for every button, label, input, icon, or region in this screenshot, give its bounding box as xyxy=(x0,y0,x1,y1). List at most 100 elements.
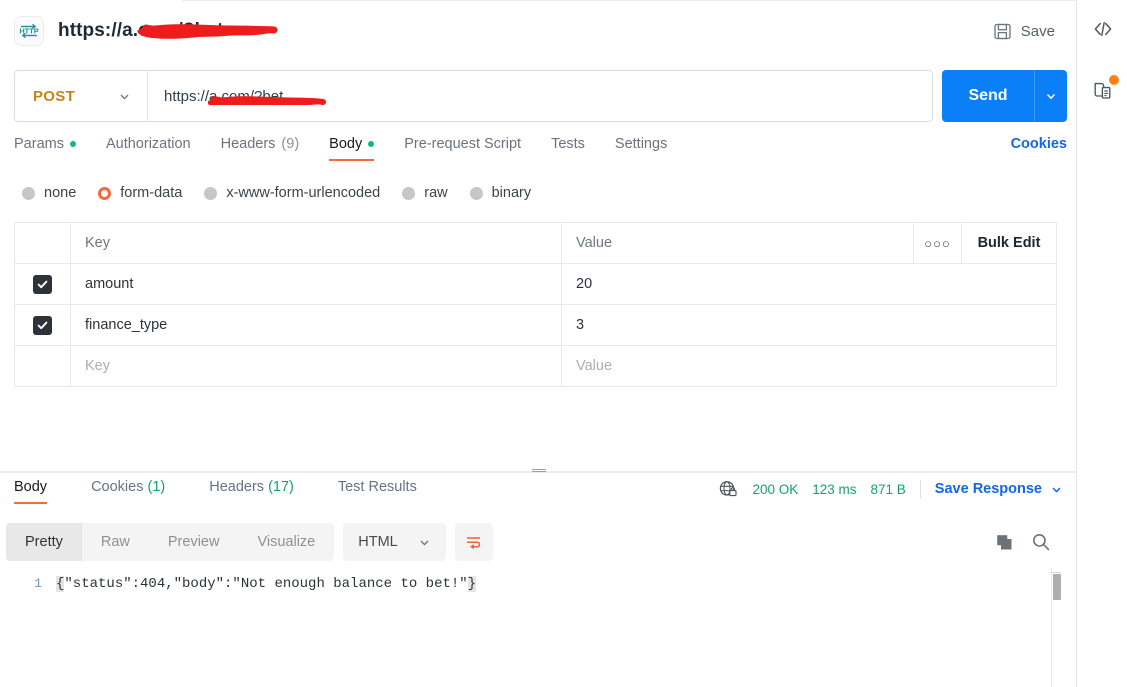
url-bar-row: POST https://a.com/?bet Send xyxy=(14,70,1067,122)
table-row-empty: Key Value xyxy=(15,346,1056,387)
tab-authorization-label: Authorization xyxy=(105,136,191,152)
http-icon: HTTP xyxy=(14,16,44,46)
save-button-label: Save xyxy=(1020,22,1055,40)
body-mode-urlencoded[interactable]: x-www-form-urlencoded xyxy=(204,185,380,201)
row-key[interactable]: amount xyxy=(71,264,562,304)
tab-settings-label: Settings xyxy=(614,136,668,152)
response-tab-test-results-label: Test Results xyxy=(337,479,417,495)
table-options-icon[interactable]: ○○○ xyxy=(914,223,962,263)
search-icon[interactable] xyxy=(1031,532,1051,552)
body-mode-form-data-label: form-data xyxy=(120,185,183,201)
row-checkbox-cell-empty xyxy=(15,346,71,386)
view-mode-visualize[interactable]: Visualize xyxy=(238,523,334,561)
chevron-down-icon xyxy=(420,540,429,546)
form-data-table: Key Value ○○○ Bulk Edit amount 20 financ… xyxy=(14,222,1057,387)
header-checkbox-cell xyxy=(15,223,71,263)
response-tab-body-label: Body xyxy=(14,479,48,495)
scrollbar-thumb[interactable] xyxy=(1053,574,1061,600)
response-tab-test-results[interactable]: Test Results xyxy=(330,479,425,504)
floppy-disk-save-icon xyxy=(994,23,1011,39)
response-time: 123 ms xyxy=(812,481,857,497)
tab-params-dot xyxy=(69,141,76,147)
response-tab-cookies-label: Cookies xyxy=(91,479,144,495)
tab-settings[interactable]: Settings xyxy=(615,136,667,161)
tab-pre-request-script-label: Pre-request Script xyxy=(404,136,522,152)
line-number: 1 xyxy=(34,576,42,591)
pane-splitter-grip[interactable] xyxy=(528,469,550,474)
row-value[interactable]: 20 xyxy=(562,264,1056,304)
new-row-key-input[interactable]: Key xyxy=(71,346,562,386)
radio-binary-icon xyxy=(469,186,483,200)
globe-lock-icon[interactable] xyxy=(718,479,738,499)
tab-body-dot xyxy=(368,141,375,147)
url-input[interactable]: https://a.com/?bet xyxy=(148,88,932,105)
view-mode-raw[interactable]: Raw xyxy=(82,523,149,561)
response-tab-body[interactable]: Body xyxy=(6,479,55,504)
code-line: 1 {"status":404,"body":"Not enough balan… xyxy=(0,568,1051,592)
table-header-row: Key Value ○○○ Bulk Edit xyxy=(15,223,1056,264)
tab-headers[interactable]: Headers (9) xyxy=(221,136,300,161)
body-mode-urlencoded-label: x-www-form-urlencoded xyxy=(226,185,381,201)
table-row: finance_type 3 xyxy=(15,305,1056,346)
radio-none-icon xyxy=(22,186,35,200)
response-status: 200 OK xyxy=(752,481,799,497)
tab-params[interactable]: Params xyxy=(14,136,76,161)
tab-headers-label: Headers xyxy=(220,136,276,152)
tab-authorization[interactable]: Authorization xyxy=(106,136,191,161)
chevron-down-icon xyxy=(1052,486,1061,493)
row-key[interactable]: finance_type xyxy=(71,305,562,345)
body-mode-binary[interactable]: binary xyxy=(469,185,532,201)
new-row-value-input[interactable]: Value xyxy=(562,346,1056,386)
body-mode-raw[interactable]: raw xyxy=(402,185,448,201)
response-language-select[interactable]: HTML xyxy=(343,523,446,561)
tab-body[interactable]: Body xyxy=(329,136,375,161)
body-mode-binary-label: binary xyxy=(491,185,532,201)
http-method-select[interactable]: POST xyxy=(15,71,148,121)
response-size: 871 B xyxy=(870,481,906,497)
tab-body-label: Body xyxy=(329,136,363,152)
send-button[interactable]: Send xyxy=(942,70,1034,122)
tab-tests[interactable]: Tests xyxy=(551,136,585,161)
body-mode-radio-group: none form-data x-www-form-urlencoded raw… xyxy=(22,185,531,201)
body-mode-none-label: none xyxy=(44,185,77,201)
response-action-icons xyxy=(995,532,1071,552)
row-checkbox-checked[interactable] xyxy=(33,315,52,335)
tab-headers-count: (9) xyxy=(281,136,300,152)
row-checkbox-checked[interactable] xyxy=(33,274,52,294)
url-prefix: https://a xyxy=(164,87,218,105)
response-body-scrollbar[interactable] xyxy=(1051,568,1061,687)
send-button-group: Send xyxy=(942,70,1067,122)
send-options-button[interactable] xyxy=(1034,70,1067,122)
response-tab-cookies[interactable]: Cookies (1) xyxy=(83,479,173,504)
code-snippet-button[interactable] xyxy=(1090,16,1116,42)
response-language-label: HTML xyxy=(358,534,398,550)
word-wrap-icon xyxy=(467,536,481,549)
request-title-prefix: https://a xyxy=(58,20,133,41)
save-button[interactable]: Save xyxy=(985,16,1063,47)
response-body-viewer[interactable]: 1 {"status":404,"body":"Not enough balan… xyxy=(0,568,1051,687)
chevron-down-icon xyxy=(120,94,129,100)
documentation-button[interactable] xyxy=(1090,75,1119,104)
bulk-edit-button[interactable]: Bulk Edit xyxy=(962,223,1056,263)
svg-text:HTTP: HTTP xyxy=(19,27,38,36)
row-checkbox-cell xyxy=(15,264,71,304)
tab-tests-label: Tests xyxy=(551,136,585,152)
save-response-label: Save Response xyxy=(934,481,1042,497)
word-wrap-button[interactable] xyxy=(454,523,493,561)
copy-icon[interactable] xyxy=(995,533,1014,552)
tab-pre-request-script[interactable]: Pre-request Script xyxy=(404,136,521,161)
view-mode-preview[interactable]: Preview xyxy=(149,523,239,561)
save-response-button[interactable]: Save Response xyxy=(935,481,1063,497)
body-mode-form-data[interactable]: form-data xyxy=(98,185,182,201)
cookies-link[interactable]: Cookies xyxy=(1011,136,1067,152)
header-value: Value xyxy=(562,223,914,263)
response-tab-headers[interactable]: Headers (17) xyxy=(201,479,302,504)
header-key: Key xyxy=(71,223,562,263)
notification-badge xyxy=(1109,75,1119,85)
request-tabs: Params Authorization Headers (9) Body Pr… xyxy=(14,136,1067,170)
body-mode-none[interactable]: none xyxy=(22,185,76,201)
view-mode-pretty[interactable]: Pretty xyxy=(6,523,82,561)
radio-raw-icon xyxy=(402,186,416,200)
response-body-text: "status":404,"body":"Not enough balance … xyxy=(64,576,468,592)
row-value[interactable]: 3 xyxy=(562,305,1056,345)
